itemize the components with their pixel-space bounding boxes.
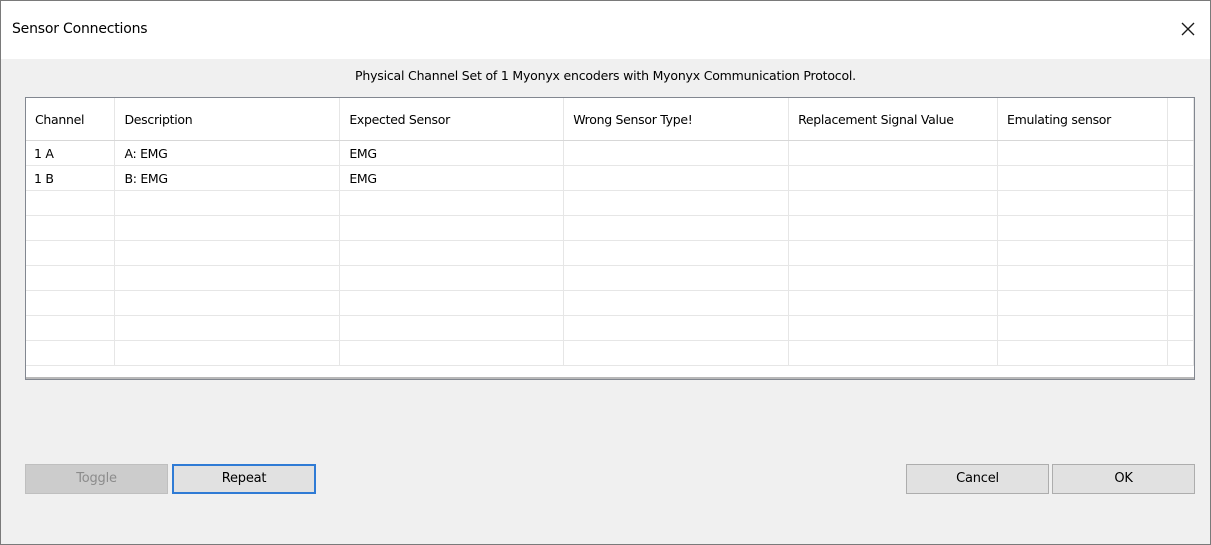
channel-set-description: Physical Channel Set of 1 Myonyx encoder…: [355, 68, 856, 83]
sensor-table[interactable]: Channel Description Expected Sensor Wron…: [25, 97, 1195, 380]
cell-replacement-signal-value[interactable]: [788, 340, 999, 366]
cell-wrong-sensor-type[interactable]: [563, 340, 790, 366]
cell-channel[interactable]: [26, 190, 116, 216]
toggle-button[interactable]: Toggle: [25, 464, 168, 494]
cancel-button[interactable]: Cancel: [906, 464, 1049, 494]
column-header-emulating-sensor[interactable]: Emulating sensor: [997, 98, 1168, 141]
column-header-replacement-signal-value[interactable]: Replacement Signal Value: [788, 98, 999, 141]
cell-wrong-sensor-type[interactable]: [563, 215, 790, 241]
cell-expected-sensor[interactable]: [339, 240, 565, 266]
cell-filler: [1167, 215, 1194, 241]
column-header-wrong-sensor-type[interactable]: Wrong Sensor Type!: [563, 98, 790, 141]
cell-filler: [1167, 240, 1194, 266]
cell-replacement-signal-value[interactable]: [788, 165, 999, 191]
cell-wrong-sensor-type[interactable]: [563, 190, 790, 216]
sensor-connections-dialog: Sensor Connections Physical Channel Set …: [0, 0, 1211, 545]
table-row[interactable]: [26, 190, 1194, 216]
cell-filler: [1167, 290, 1194, 316]
cell-channel[interactable]: [26, 340, 116, 366]
cell-channel[interactable]: 1 B: [26, 165, 116, 191]
cell-description[interactable]: [114, 190, 341, 216]
sensor-grid: Channel Description Expected Sensor Wron…: [26, 98, 1194, 366]
cell-emulating-sensor[interactable]: [997, 315, 1168, 341]
table-row[interactable]: [26, 240, 1194, 266]
cell-description[interactable]: B: EMG: [114, 165, 341, 191]
table-row[interactable]: 1 B B: EMG EMG: [26, 165, 1194, 191]
table-row[interactable]: [26, 315, 1194, 341]
window-title: Sensor Connections: [12, 21, 148, 37]
cell-replacement-signal-value[interactable]: [788, 290, 999, 316]
column-header-description[interactable]: Description: [114, 98, 341, 141]
cell-emulating-sensor[interactable]: [997, 140, 1168, 166]
column-header-filler: [1167, 98, 1194, 141]
cell-expected-sensor[interactable]: [339, 215, 565, 241]
table-row[interactable]: [26, 215, 1194, 241]
cell-replacement-signal-value[interactable]: [788, 315, 999, 341]
cell-channel[interactable]: [26, 315, 116, 341]
cell-emulating-sensor[interactable]: [997, 165, 1168, 191]
cell-wrong-sensor-type[interactable]: [563, 140, 790, 166]
table-header-row: Channel Description Expected Sensor Wron…: [26, 98, 1194, 141]
cell-filler: [1167, 140, 1194, 166]
cell-replacement-signal-value[interactable]: [788, 190, 999, 216]
cell-description[interactable]: [114, 215, 341, 241]
cell-expected-sensor[interactable]: [339, 315, 565, 341]
cell-emulating-sensor[interactable]: [997, 215, 1168, 241]
ok-button[interactable]: OK: [1052, 464, 1195, 494]
column-header-expected-sensor[interactable]: Expected Sensor: [339, 98, 565, 141]
cell-expected-sensor[interactable]: EMG: [339, 165, 565, 191]
cell-wrong-sensor-type[interactable]: [563, 240, 790, 266]
cell-channel[interactable]: [26, 215, 116, 241]
column-header-channel[interactable]: Channel: [26, 98, 116, 141]
cell-filler: [1167, 165, 1194, 191]
title-bar: Sensor Connections: [1, 1, 1210, 59]
cell-filler: [1167, 265, 1194, 291]
close-icon: [1181, 22, 1195, 36]
cell-wrong-sensor-type[interactable]: [563, 165, 790, 191]
cell-description[interactable]: A: EMG: [114, 140, 341, 166]
table-row[interactable]: [26, 340, 1194, 366]
cell-replacement-signal-value[interactable]: [788, 265, 999, 291]
cell-replacement-signal-value[interactable]: [788, 140, 999, 166]
cell-description[interactable]: [114, 315, 341, 341]
cell-replacement-signal-value[interactable]: [788, 240, 999, 266]
cell-expected-sensor[interactable]: [339, 190, 565, 216]
cell-wrong-sensor-type[interactable]: [563, 315, 790, 341]
cell-emulating-sensor[interactable]: [997, 340, 1168, 366]
cell-expected-sensor[interactable]: [339, 340, 565, 366]
table-bottom-edge: [26, 377, 1194, 379]
close-button[interactable]: [1172, 13, 1204, 45]
cell-description[interactable]: [114, 290, 341, 316]
cell-emulating-sensor[interactable]: [997, 240, 1168, 266]
cell-channel[interactable]: [26, 240, 116, 266]
table-row[interactable]: [26, 290, 1194, 316]
cell-emulating-sensor[interactable]: [997, 290, 1168, 316]
cell-channel[interactable]: [26, 290, 116, 316]
repeat-button[interactable]: Repeat: [172, 464, 316, 494]
table-row[interactable]: 1 A A: EMG EMG: [26, 140, 1194, 166]
cell-emulating-sensor[interactable]: [997, 190, 1168, 216]
cell-expected-sensor[interactable]: EMG: [339, 140, 565, 166]
cell-description[interactable]: [114, 265, 341, 291]
cell-replacement-signal-value[interactable]: [788, 215, 999, 241]
table-row[interactable]: [26, 265, 1194, 291]
cell-wrong-sensor-type[interactable]: [563, 265, 790, 291]
cell-wrong-sensor-type[interactable]: [563, 290, 790, 316]
cell-emulating-sensor[interactable]: [997, 265, 1168, 291]
cell-description[interactable]: [114, 240, 341, 266]
cell-channel[interactable]: 1 A: [26, 140, 116, 166]
cell-expected-sensor[interactable]: [339, 265, 565, 291]
cell-filler: [1167, 340, 1194, 366]
cell-expected-sensor[interactable]: [339, 290, 565, 316]
cell-filler: [1167, 190, 1194, 216]
cell-filler: [1167, 315, 1194, 341]
cell-channel[interactable]: [26, 265, 116, 291]
cell-description[interactable]: [114, 340, 341, 366]
